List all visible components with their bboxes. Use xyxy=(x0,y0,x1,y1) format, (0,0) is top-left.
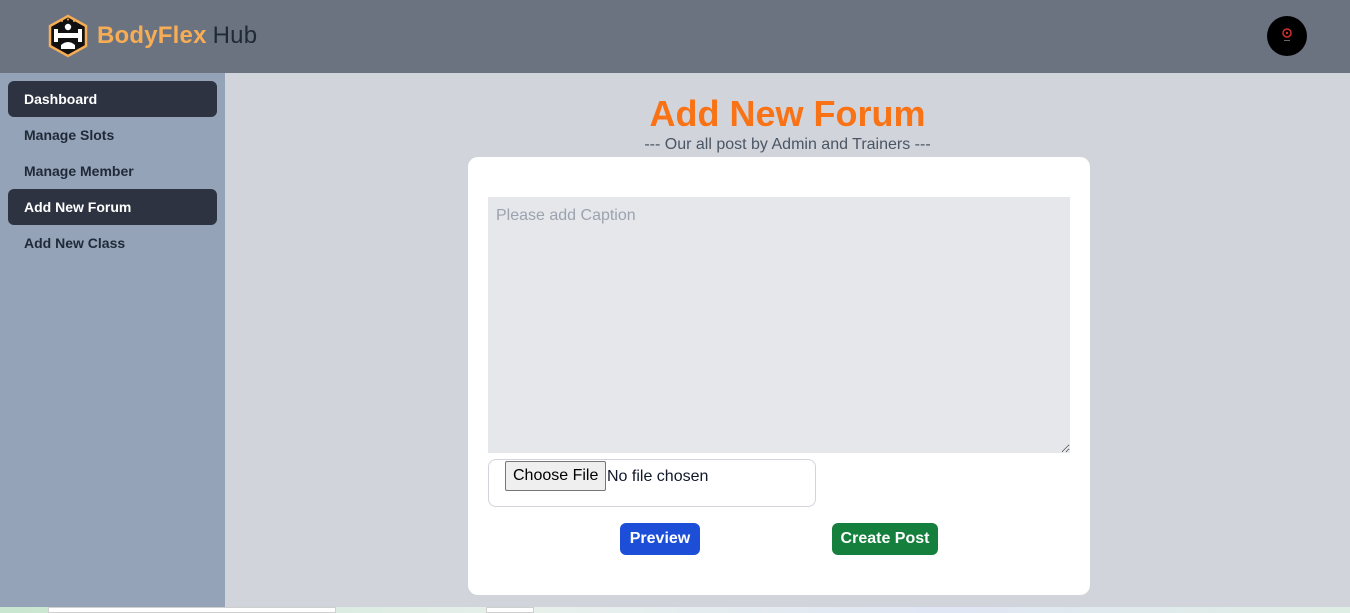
sidebar-item-add-new-forum[interactable]: Add New Forum xyxy=(8,189,217,225)
bottom-strip-tab xyxy=(48,607,336,613)
avatar-icon xyxy=(1282,28,1292,41)
top-navbar: BodyFlex Hub xyxy=(0,0,1350,73)
brand-name-accent: BodyFlex xyxy=(97,22,207,49)
brand[interactable]: BodyFlex Hub xyxy=(46,14,257,58)
main-content: Add New Forum --- Our all post by Admin … xyxy=(225,73,1350,607)
file-status-text: No file chosen xyxy=(607,468,709,485)
brand-name-rest: Hub xyxy=(212,22,258,49)
sidebar-item-manage-member[interactable]: Manage Member xyxy=(8,153,217,189)
user-avatar[interactable] xyxy=(1267,16,1307,56)
bottom-strip-tab xyxy=(486,607,534,613)
page-title: Add New Forum xyxy=(649,93,926,134)
sidebar-item-manage-slots[interactable]: Manage Slots xyxy=(8,117,217,153)
sidebar: Dashboard Manage Slots Manage Member Add… xyxy=(0,73,225,607)
caption-input[interactable] xyxy=(488,197,1070,453)
forum-form-card: Choose File No file chosen Preview Creat… xyxy=(468,157,1090,595)
brand-name: BodyFlex Hub xyxy=(97,22,257,50)
page-subtitle: --- Our all post by Admin and Trainers -… xyxy=(644,136,931,153)
sidebar-item-add-new-class[interactable]: Add New Class xyxy=(8,225,217,261)
choose-file-button[interactable]: Choose File xyxy=(505,461,607,491)
sidebar-item-dashboard[interactable]: Dashboard xyxy=(8,81,217,117)
create-post-button[interactable]: Create Post xyxy=(832,523,938,555)
file-upload-field[interactable]: Choose File No file chosen xyxy=(488,459,816,507)
dumbbell-logo-icon xyxy=(48,14,88,58)
preview-button[interactable]: Preview xyxy=(620,523,700,555)
